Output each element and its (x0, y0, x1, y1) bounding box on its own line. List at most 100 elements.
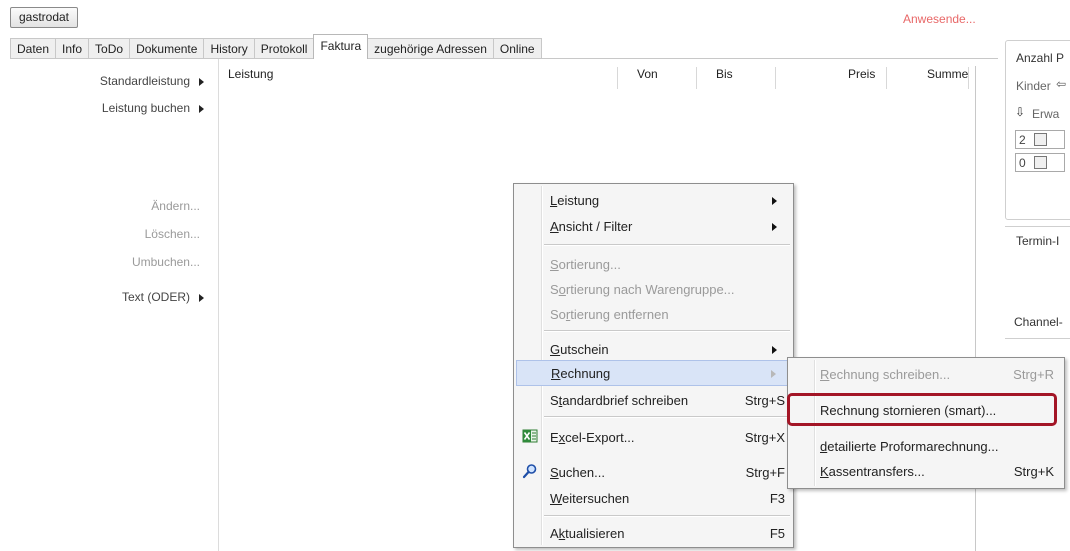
submenu-arrow-icon (199, 104, 204, 113)
menu-item-sortierung-warengruppe[interactable]: Sortierung nach Warengruppe... (516, 276, 791, 302)
text-oder-label: Text (ODER) (121, 290, 190, 304)
submenu-item-proformarechnung[interactable]: detailierte Proformarechnung... (790, 433, 1062, 459)
menu-shortcut: F3 (769, 491, 785, 506)
menu-item-leistung[interactable]: Leistung (516, 187, 791, 213)
tab-history[interactable]: History (203, 38, 255, 59)
context-menu: Leistung Ansicht / Filter Sortierung... … (513, 183, 794, 548)
tab-daten[interactable]: Daten (10, 38, 57, 59)
termin-info-title: Termin-I (1016, 234, 1060, 248)
spin-updown-icon[interactable] (1034, 156, 1047, 169)
menu-item-aktualisieren[interactable]: Aktualisieren F5 (516, 520, 791, 546)
group-divider (1005, 226, 1070, 227)
submenu-arrow-icon (199, 77, 204, 86)
standardleistung-button[interactable]: Standardleistung (100, 74, 204, 88)
column-divider[interactable] (696, 67, 697, 89)
erwachsene-spinner[interactable]: 2 (1015, 130, 1065, 149)
channel-label: Channel- (1014, 315, 1063, 329)
column-divider[interactable] (775, 67, 776, 89)
spin-updown-icon[interactable] (1034, 133, 1047, 146)
tab-faktura[interactable]: Faktura (313, 34, 369, 59)
faktura-action-panel: Standardleistung Leistung buchen Ändern.… (10, 59, 219, 551)
highlight-annotation (787, 393, 1057, 426)
erwachsene-label: Erwa (1032, 107, 1060, 121)
menu-shortcut: F5 (769, 526, 785, 541)
leistung-buchen-button[interactable]: Leistung buchen (102, 101, 204, 115)
column-divider[interactable] (617, 67, 618, 89)
tab-bar: Daten Info ToDo Dokumente History Protok… (10, 34, 542, 59)
menu-item-ansicht-filter[interactable]: Ansicht / Filter (516, 213, 791, 239)
submenu-arrow-icon (772, 223, 777, 231)
menu-separator (544, 330, 790, 332)
tab-protokoll[interactable]: Protokoll (253, 38, 315, 59)
menu-item-weitersuchen[interactable]: Weitersuchen F3 (516, 485, 791, 511)
menu-item-excel-export[interactable]: Excel-Export... Strg+X (516, 424, 791, 450)
leistung-buchen-label: Leistung buchen (101, 101, 190, 115)
standardleistung-label: Standardleistung (99, 74, 190, 88)
column-divider[interactable] (886, 67, 887, 89)
column-summe[interactable]: Summe (927, 67, 968, 81)
menu-shortcut: Strg+F (745, 465, 785, 480)
submenu-arrow-icon (771, 370, 776, 378)
menu-shortcut: Strg+X (744, 430, 785, 445)
tab-online[interactable]: Online (492, 38, 542, 59)
gastrodat-button[interactable]: gastrodat (10, 7, 78, 28)
menu-item-sortierung[interactable]: Sortierung... (516, 251, 791, 277)
umbuchen-button[interactable]: Umbuchen... (132, 255, 200, 269)
menu-separator (544, 515, 790, 517)
menu-item-label: detailierte Proformarechnung... (820, 439, 999, 454)
menu-item-label: Rechnung (551, 366, 611, 381)
submenu-arrow-icon (199, 293, 204, 302)
column-von[interactable]: Von (637, 67, 658, 81)
submenu-arrow-icon (772, 197, 777, 205)
group-divider (1005, 338, 1070, 339)
column-preis[interactable]: Preis (848, 67, 875, 81)
menu-item-label: Aktualisieren (550, 526, 625, 541)
menu-item-label: Kassentransfers... (820, 464, 925, 479)
column-bis[interactable]: Bis (716, 67, 733, 81)
menu-item-label: Suchen... (550, 465, 605, 480)
anzahl-personen-title: Anzahl P (1016, 51, 1065, 65)
arrow-left-icon[interactable]: ⇦ (1056, 77, 1066, 91)
submenu-item-rechnung-schreiben[interactable]: Rechnung schreiben... Strg+R (790, 361, 1062, 387)
aendern-button[interactable]: Ändern... (151, 199, 200, 213)
menu-separator (544, 416, 790, 418)
menu-item-label: Gutschein (550, 342, 609, 357)
menu-item-gutschein[interactable]: Gutschein (516, 336, 791, 362)
excel-icon (522, 429, 538, 443)
leistungen-table-header: Leistung Von Bis Preis Summe (219, 67, 974, 89)
menu-item-label: Leistung (550, 193, 600, 208)
menu-shortcut: Strg+S (744, 393, 785, 408)
menu-item-label: Weitersuchen (550, 491, 630, 506)
spinner-value: 0 (1019, 156, 1026, 170)
anwesende-link[interactable]: Anwesende... (903, 12, 976, 26)
tab-info[interactable]: Info (55, 38, 90, 59)
submenu-item-kassentransfers[interactable]: Kassentransfers... Strg+K (790, 458, 1062, 484)
menu-item-label: Sortierung... (550, 257, 621, 272)
menu-separator (544, 244, 790, 246)
spinner-value: 2 (1019, 133, 1026, 147)
search-icon (522, 464, 537, 479)
menu-item-label: Ansicht / Filter (550, 219, 633, 234)
kinder-label: Kinder (1016, 79, 1051, 93)
anzahl-personen-group: Anzahl P Kinder ⇦ ⇩ Erwa 2 0 (1005, 40, 1070, 220)
loeschen-button[interactable]: Löschen... (145, 227, 200, 241)
menu-shortcut: Strg+R (1013, 367, 1054, 382)
tab-dokumente[interactable]: Dokumente (129, 38, 205, 59)
tab-zugehoerige-adressen[interactable]: zugehörige Adressen (367, 38, 494, 59)
menu-item-label: Standardbrief schreiben (550, 393, 689, 408)
text-oder-button[interactable]: Text (ODER) (122, 290, 204, 304)
menu-item-label: Rechnung schreiben... (820, 367, 951, 382)
menu-item-label: Sortierung entfernen (550, 307, 669, 322)
menu-item-sortierung-entfernen[interactable]: Sortierung entfernen (516, 301, 791, 327)
submenu-arrow-icon (772, 346, 777, 354)
menu-item-standardbrief[interactable]: Standardbrief schreiben Strg+S (516, 387, 791, 413)
menu-shortcut: Strg+K (1013, 464, 1054, 479)
tab-todo[interactable]: ToDo (88, 38, 131, 59)
column-leistung[interactable]: Leistung (228, 67, 273, 81)
menu-item-label: Sortierung nach Warengruppe... (550, 282, 735, 297)
column-divider[interactable] (968, 67, 969, 89)
menu-item-rechnung[interactable]: Rechnung (516, 360, 791, 386)
arrow-down-icon[interactable]: ⇩ (1015, 105, 1025, 119)
menu-item-suchen[interactable]: Suchen... Strg+F (516, 459, 791, 485)
kinder-spinner[interactable]: 0 (1015, 153, 1065, 172)
